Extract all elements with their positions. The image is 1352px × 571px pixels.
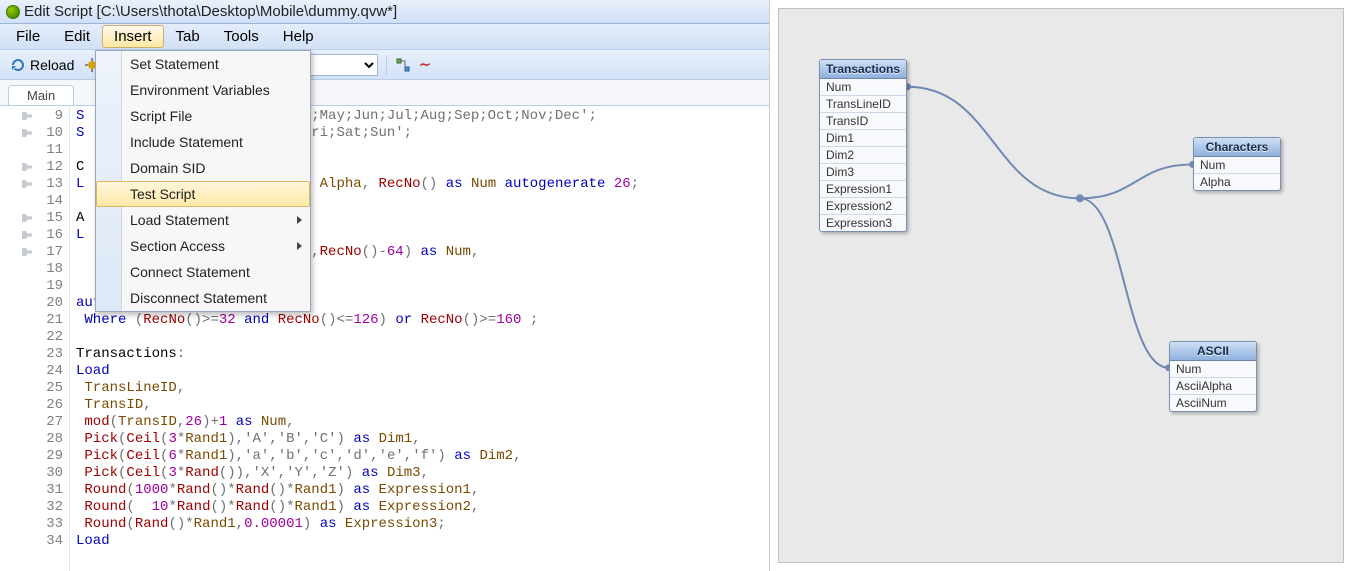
- submenu-arrow-icon: [297, 216, 302, 224]
- line-number: 34: [0, 533, 69, 550]
- code-line[interactable]: Where (RecNo()>=32 and RecNo()<=126) or …: [76, 312, 639, 329]
- line-number: 21: [0, 312, 69, 329]
- line-number: 13: [0, 176, 69, 193]
- table-field[interactable]: Expression1: [820, 181, 906, 198]
- line-number: 31: [0, 482, 69, 499]
- app-logo-icon: [6, 5, 20, 19]
- insert-item-set-statement[interactable]: Set Statement: [96, 51, 310, 77]
- code-line[interactable]: Round(Rand()*Rand1,0.00001) as Expressio…: [76, 516, 639, 533]
- table-title[interactable]: Characters: [1194, 138, 1280, 157]
- line-number: 26: [0, 397, 69, 414]
- table-field[interactable]: Dim2: [820, 147, 906, 164]
- insert-item-include-statement[interactable]: Include Statement: [96, 129, 310, 155]
- line-number: 25: [0, 380, 69, 397]
- table-field[interactable]: Num: [820, 79, 906, 96]
- submenu-arrow-icon: [297, 242, 302, 250]
- insert-item-connect-statement[interactable]: Connect Statement: [96, 259, 310, 285]
- line-number: 33: [0, 516, 69, 533]
- insert-item-environment-variables[interactable]: Environment Variables: [96, 77, 310, 103]
- line-number: 20: [0, 295, 69, 312]
- table-field[interactable]: Dim1: [820, 130, 906, 147]
- tilde-icon[interactable]: ∼: [417, 57, 433, 73]
- menu-file[interactable]: File: [4, 25, 52, 48]
- line-number: 23: [0, 346, 69, 363]
- menu-tab[interactable]: Tab: [164, 25, 212, 48]
- table-field[interactable]: TransLineID: [820, 96, 906, 113]
- code-line[interactable]: Transactions:: [76, 346, 639, 363]
- line-number: 32: [0, 499, 69, 516]
- menu-insert[interactable]: Insert: [102, 25, 164, 48]
- line-number: 27: [0, 414, 69, 431]
- table-transactions[interactable]: TransactionsNumTransLineIDTransIDDim1Dim…: [819, 59, 907, 232]
- table-field[interactable]: TransID: [820, 113, 906, 130]
- table-field[interactable]: Alpha: [1194, 174, 1280, 190]
- line-number: 17: [0, 244, 69, 261]
- line-number: 19: [0, 278, 69, 295]
- table-characters[interactable]: CharactersNumAlpha: [1193, 137, 1281, 191]
- editor-window: Edit Script [C:\Users\thota\Desktop\Mobi…: [0, 0, 770, 571]
- line-number: 22: [0, 329, 69, 346]
- code-line[interactable]: Load: [76, 533, 639, 550]
- insert-item-disconnect-statement[interactable]: Disconnect Statement: [96, 285, 310, 311]
- reload-label: Reload: [30, 57, 74, 73]
- insert-menu-dropdown: Set StatementEnvironment VariablesScript…: [95, 50, 311, 312]
- code-line[interactable]: TransLineID,: [76, 380, 639, 397]
- table-field[interactable]: AsciiNum: [1170, 395, 1256, 411]
- line-number: 16: [0, 227, 69, 244]
- line-number: 9: [0, 108, 69, 125]
- line-number: 30: [0, 465, 69, 482]
- code-line[interactable]: Load: [76, 363, 639, 380]
- menu-tools[interactable]: Tools: [212, 25, 271, 48]
- line-number: 18: [0, 261, 69, 278]
- code-line[interactable]: Round(1000*Rand()*Rand()*Rand1) as Expre…: [76, 482, 639, 499]
- code-line[interactable]: Pick(Ceil(6*Rand1),'a','b','c','d','e','…: [76, 448, 639, 465]
- insert-item-test-script[interactable]: Test Script: [96, 181, 310, 207]
- table-field[interactable]: Num: [1170, 361, 1256, 378]
- line-number: 24: [0, 363, 69, 380]
- menu-edit[interactable]: Edit: [52, 25, 102, 48]
- code-line[interactable]: [76, 329, 639, 346]
- menu-help[interactable]: Help: [271, 25, 326, 48]
- insert-item-script-file[interactable]: Script File: [96, 103, 310, 129]
- code-line[interactable]: TransID,: [76, 397, 639, 414]
- code-line[interactable]: Round( 10*Rand()*Rand()*Rand1) as Expres…: [76, 499, 639, 516]
- line-number: 28: [0, 431, 69, 448]
- table-field[interactable]: Expression3: [820, 215, 906, 231]
- table-field[interactable]: Dim3: [820, 164, 906, 181]
- tree-icon[interactable]: [395, 57, 411, 73]
- code-line[interactable]: Pick(Ceil(3*Rand()),'X','Y','Z') as Dim3…: [76, 465, 639, 482]
- code-line[interactable]: Pick(Ceil(3*Rand1),'A','B','C') as Dim1,: [76, 431, 639, 448]
- line-number: 12: [0, 159, 69, 176]
- line-number: 11: [0, 142, 69, 159]
- line-number: 15: [0, 210, 69, 227]
- table-title[interactable]: ASCII: [1170, 342, 1256, 361]
- insert-item-load-statement[interactable]: Load Statement: [96, 207, 310, 233]
- table-field[interactable]: Num: [1194, 157, 1280, 174]
- insert-item-section-access[interactable]: Section Access: [96, 233, 310, 259]
- window-title: Edit Script [C:\Users\thota\Desktop\Mobi…: [24, 3, 397, 20]
- tab-main[interactable]: Main: [8, 85, 74, 105]
- toolbar-sep3: [386, 55, 387, 75]
- insert-item-domain-sid[interactable]: Domain SID: [96, 155, 310, 181]
- line-number: 29: [0, 448, 69, 465]
- table-viewer[interactable]: TransactionsNumTransLineIDTransIDDim1Dim…: [778, 8, 1344, 563]
- line-number: 14: [0, 193, 69, 210]
- line-number: 10: [0, 125, 69, 142]
- table-field[interactable]: AsciiAlpha: [1170, 378, 1256, 395]
- menubar: FileEditInsertTabToolsHelp: [0, 24, 769, 50]
- table-title[interactable]: Transactions: [820, 60, 906, 79]
- code-line[interactable]: mod(TransID,26)+1 as Num,: [76, 414, 639, 431]
- table-ascii[interactable]: ASCIINumAsciiAlphaAsciiNum: [1169, 341, 1257, 412]
- titlebar: Edit Script [C:\Users\thota\Desktop\Mobi…: [0, 0, 769, 24]
- table-field[interactable]: Expression2: [820, 198, 906, 215]
- reload-icon: [10, 57, 26, 73]
- reload-button[interactable]: Reload: [6, 55, 78, 75]
- line-gutter: 9101112131415161718192021222324252627282…: [0, 106, 70, 571]
